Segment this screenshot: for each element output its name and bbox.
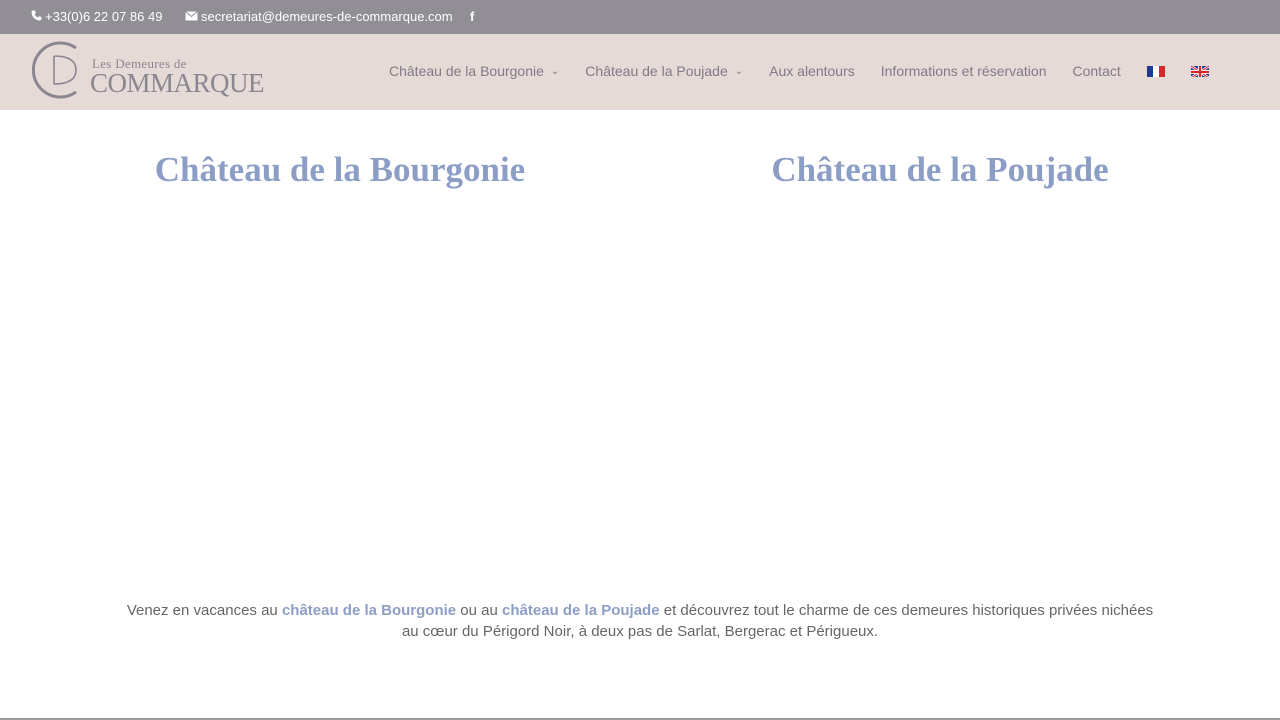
nav-item-bourgonie[interactable]: Château de la Bourgonie ⌄ (389, 63, 559, 79)
poujade-link[interactable]: château de la Poujade (502, 602, 660, 619)
envelope-icon (185, 9, 198, 25)
chevron-down-icon: ⌄ (734, 65, 744, 77)
intro-text-1: Venez en vacances au (126, 602, 282, 619)
facebook-icon[interactable]: f (470, 9, 474, 25)
nav-item-label: Contact (1072, 63, 1121, 79)
site-header: Les Demeures de COMMARQUE Château de la … (0, 34, 1280, 110)
intro-text-2: ou au (456, 602, 503, 619)
phone-contact[interactable]: +33(0)6 22 07 86 49 (31, 9, 162, 25)
logo-monogram-icon (32, 41, 77, 99)
email-address: secretariat@demeures-de-commarque.com (201, 9, 453, 24)
email-contact[interactable]: secretariat@demeures-de-commarque.com (185, 9, 453, 25)
intro-paragraph: Venez en vacances au château de la Bourg… (120, 600, 1160, 642)
fr-flag-icon[interactable] (1146, 65, 1165, 77)
logo-title: COMMARQUE (90, 68, 265, 98)
bourgonie-link[interactable]: château de la Bourgonie (282, 602, 456, 619)
phone-icon (31, 9, 42, 25)
chevron-down-icon: ⌄ (550, 65, 560, 77)
nav-item-alentours[interactable]: Aux alentours (769, 63, 855, 79)
en-flag-icon[interactable] (1190, 65, 1209, 77)
nav-item-contact[interactable]: Contact (1073, 63, 1121, 79)
nav-item-label: Château de la Poujade (585, 63, 728, 79)
site-logo[interactable]: Les Demeures de COMMARQUE (32, 40, 265, 102)
bourgonie-title[interactable]: Château de la Bourgonie (0, 150, 680, 190)
nav-item-label: Château de la Bourgonie (389, 63, 544, 79)
poujade-title[interactable]: Château de la Poujade (600, 150, 1280, 190)
top-bar: +33(0)6 22 07 86 49 secretariat@demeures… (0, 0, 1280, 34)
nav-item-informations[interactable]: Informations et réservation (881, 63, 1047, 79)
nav-item-poujade[interactable]: Château de la Poujade ⌄ (585, 63, 743, 79)
nav-item-label: Informations et réservation (880, 63, 1047, 79)
phone-number: +33(0)6 22 07 86 49 (45, 9, 163, 24)
main-navigation: Château de la Bourgonie ⌄ Château de la … (389, 61, 1209, 81)
nav-item-label: Aux alentours (769, 63, 855, 79)
